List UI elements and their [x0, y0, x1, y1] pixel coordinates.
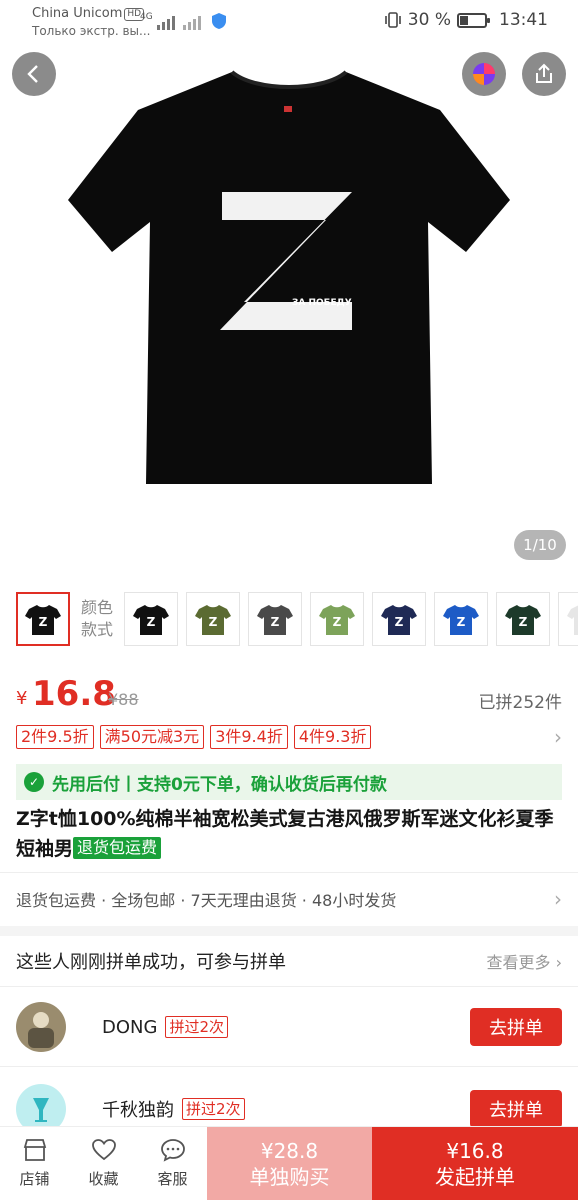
tshirt-image: ЗА ПОБЕДУ: [68, 70, 510, 484]
tshirt-thumbnail: Z: [195, 605, 231, 635]
chat-icon: [160, 1139, 185, 1162]
member-tag: 拼过2次: [165, 1016, 228, 1038]
pay-later-text: 先用后付丨支持0元下单，确认收货后再付款: [52, 774, 387, 795]
tshirt-thumbnail: Z: [443, 605, 479, 635]
color-swatch[interactable]: Z: [16, 592, 70, 646]
price-row: ¥ 16.8 ¥88 已拼252件: [16, 672, 562, 718]
vibrate-icon: [384, 12, 401, 28]
tshirt-thumbnail: Z: [257, 605, 293, 635]
divider: [0, 872, 578, 873]
tshirt-thumbnail: Z: [567, 605, 578, 635]
tshirt-print-letter: Z: [209, 615, 218, 629]
join-group-button[interactable]: 去拼单: [470, 1008, 562, 1046]
tshirt-print-letter: Z: [395, 615, 404, 629]
tshirt-thumbnail: Z: [319, 605, 355, 635]
chevron-left-icon: [27, 65, 38, 83]
color-swatch[interactable]: Z: [310, 592, 364, 646]
group-buy-price: ¥16.8: [446, 1138, 504, 1163]
single-price: ¥28.8: [260, 1138, 319, 1163]
store-button[interactable]: 店铺: [0, 1127, 69, 1200]
brand-logo-icon: [473, 63, 495, 85]
color-label: 颜色 款式: [80, 598, 113, 639]
see-more-link[interactable]: 查看更多 ›: [487, 949, 563, 973]
battery-icon: [457, 12, 490, 28]
signal-icon: 4G: [140, 12, 227, 30]
color-swatch[interactable]: Z: [372, 592, 426, 646]
discount-tag: 4件9.3折: [293, 725, 372, 749]
tshirt-thumbnail: Z: [381, 605, 417, 635]
battery-percent: 30 %: [407, 10, 451, 30]
discount-tag: 3件9.4折: [210, 725, 288, 749]
chevron-right-icon: ›: [554, 887, 562, 911]
tshirt-print-letter: Z: [271, 615, 280, 629]
member-name: 千秋独韵: [102, 1100, 174, 1121]
start-group-button[interactable]: ¥16.8 发起拼单: [372, 1127, 578, 1200]
carrier-subtitle: Только экстр. вы...: [32, 24, 151, 38]
carrier-name: China Unicom HD: [32, 6, 145, 22]
free-return-badge: 退货包运费: [73, 837, 162, 859]
heart-icon: [91, 1139, 116, 1161]
color-selector: Z 颜色款式 Z Z Z Z Z Z Z Z: [16, 590, 578, 648]
tshirt-print-letter: Z: [147, 615, 156, 629]
sold-count: 已拼252件: [478, 693, 562, 713]
group-member-row: DONG 拼过2次 去拼单: [16, 997, 562, 1057]
color-swatch[interactable]: Z: [558, 592, 578, 646]
divider: [0, 1066, 578, 1067]
tshirt-print-letter: Z: [39, 615, 48, 629]
price-symbol: ¥: [16, 688, 28, 709]
group-buy-header: 这些人刚刚拼单成功，可参与拼单 查看更多 ›: [16, 946, 562, 976]
product-title: Z字t恤100%纯棉半袖宽松美式复古港风俄罗斯军迷文化衫夏季短袖男 退货包运费: [16, 808, 554, 860]
group-buy-label: 发起拼单: [435, 1164, 515, 1189]
tshirt-thumbnail: Z: [25, 605, 61, 635]
color-swatch[interactable]: Z: [186, 592, 240, 646]
store-icon: [23, 1139, 46, 1161]
single-label: 单独购买: [249, 1164, 330, 1189]
discount-tags[interactable]: 2件9.5折 满50元减3元 3件9.4折 4件9.3折 ›: [16, 724, 562, 750]
member-tag: 拼过2次: [182, 1098, 245, 1120]
service-guarantees[interactable]: 退货包运费 · 全场包邮 · 7天无理由退货 · 48小时发货 ›: [16, 884, 562, 914]
share-button[interactable]: [522, 52, 566, 96]
group-price: 16.8: [32, 674, 116, 714]
product-image[interactable]: ЗА ПОБЕДУ: [0, 40, 578, 572]
print-text: ЗА ПОБЕДУ: [292, 298, 352, 308]
color-swatch[interactable]: Z: [496, 592, 550, 646]
section-gap: [0, 926, 578, 936]
favorite-button[interactable]: 收藏: [69, 1127, 138, 1200]
tshirt-print-letter: Z: [519, 615, 528, 629]
brand-button[interactable]: [462, 52, 506, 96]
back-button[interactable]: [12, 52, 56, 96]
buy-single-button[interactable]: ¥28.8 单独购买: [207, 1127, 372, 1200]
tshirt-print-letter: Z: [457, 615, 466, 629]
bottom-action-bar: 店铺 收藏 客服 ¥28.8 单独购买 ¥16.8 发起拼单: [0, 1126, 578, 1200]
image-counter: 1/10: [514, 530, 566, 560]
tshirt-thumbnail: Z: [505, 605, 541, 635]
tshirt-thumbnail: Z: [133, 605, 169, 635]
discount-tag: 满50元减3元: [99, 725, 205, 749]
customer-service-button[interactable]: 客服: [138, 1127, 207, 1200]
discount-tag: 2件9.5折: [16, 725, 94, 749]
pay-later-icon: ✓: [24, 772, 44, 792]
divider: [0, 986, 578, 987]
color-swatch[interactable]: Z: [434, 592, 488, 646]
tshirt-print-letter: Z: [333, 615, 342, 629]
network-type: 4G: [140, 12, 153, 22]
clock: 13:41: [499, 10, 548, 30]
color-swatch[interactable]: Z: [248, 592, 302, 646]
original-price: ¥88: [108, 690, 139, 709]
pay-later-banner[interactable]: ✓ 先用后付丨支持0元下单，确认收货后再付款: [16, 764, 562, 800]
join-group-button[interactable]: 去拼单: [470, 1090, 562, 1128]
color-swatch[interactable]: Z: [124, 592, 178, 646]
share-icon: [536, 63, 552, 83]
member-name: DONG: [102, 1016, 158, 1038]
shield-icon: [211, 13, 226, 29]
chevron-right-icon: ›: [554, 725, 562, 749]
avatar: [16, 1002, 66, 1052]
